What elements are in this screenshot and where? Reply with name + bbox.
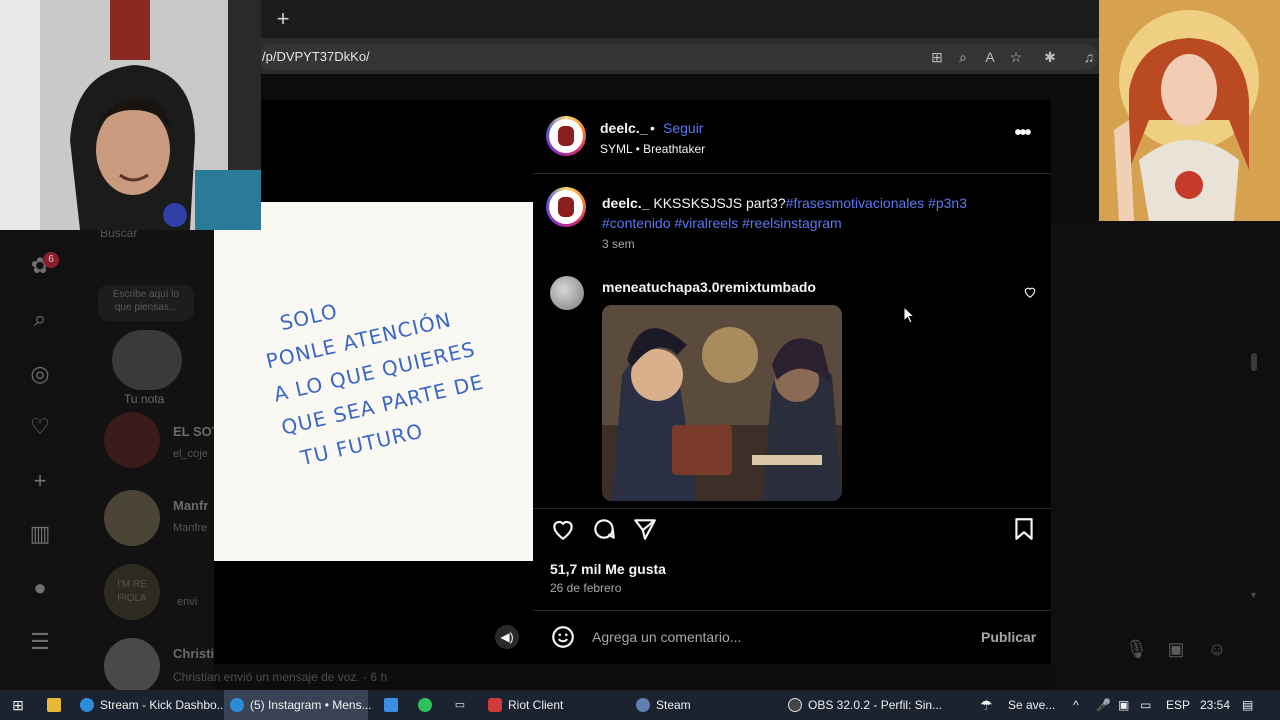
conversation-name[interactable]: EL SOT: [173, 424, 220, 439]
taskbar-item-obs[interactable]: OBS 32.0.2 - Perfil: Sin...: [782, 690, 942, 720]
taskbar-item-kick[interactable]: Stream - Kick Dashbo...: [74, 690, 227, 720]
divider: [533, 508, 1051, 509]
read-aloud-icon[interactable]: A: [981, 48, 999, 66]
emoji-icon[interactable]: [550, 624, 576, 650]
tray-mic-icon[interactable]: 🎤: [1096, 690, 1111, 720]
tray-security-icon[interactable]: ▣: [1118, 690, 1132, 720]
mouse-cursor-icon: [903, 305, 916, 324]
conversation-preview: envi: [177, 596, 198, 608]
taskbar-label: Riot Client: [508, 698, 564, 712]
comment-gif[interactable]: [602, 305, 842, 501]
author-avatar[interactable]: [546, 116, 586, 156]
conversation-name[interactable]: Manfr: [173, 498, 208, 513]
comment-input[interactable]: Agrega un comentario...: [592, 629, 741, 645]
conversation-avatar[interactable]: [104, 638, 160, 694]
mail-icon[interactable]: [382, 690, 400, 720]
post-caption: deelc._ KKSSKSJSJS part3?#frasesmotivaci…: [602, 193, 1002, 233]
audio-track[interactable]: SYML • Breathtaker: [600, 142, 705, 156]
post-date: 26 de febrero: [550, 581, 622, 595]
more-options-icon[interactable]: •••: [1010, 123, 1034, 146]
webcam-overlay: [0, 0, 261, 230]
steam-icon: [636, 698, 650, 712]
instagram-sidebar: [0, 230, 80, 690]
notifications-heart-icon[interactable]: ♡: [26, 413, 54, 441]
taskbar-label: (5) Instagram • Mens...: [250, 698, 372, 712]
taskbar-item-riot[interactable]: Riot Client: [482, 690, 622, 720]
conversation-preview: Manfre: [173, 522, 208, 534]
conversation-avatar[interactable]: I'M RE PIOLA: [104, 564, 160, 620]
weather-icon: ☂: [980, 697, 993, 713]
tray-network-icon[interactable]: ▭: [1140, 690, 1156, 720]
comment-icon[interactable]: [591, 516, 617, 542]
notification-badge: 6: [43, 252, 59, 268]
conversation-preview: el_coje: [173, 448, 208, 460]
comment-author[interactable]: meneatuchapa3.0remixtumbado: [602, 279, 816, 295]
new-tab-icon[interactable]: +: [272, 8, 294, 30]
commenter-avatar[interactable]: [550, 276, 584, 310]
my-avatar[interactable]: [112, 330, 182, 390]
like-heart-icon[interactable]: [550, 516, 576, 542]
windows-start-icon[interactable]: ⊞: [8, 690, 28, 720]
obs-icon: [788, 698, 802, 712]
url-text[interactable]: /p/DVPYT37DkKo/: [262, 49, 370, 64]
caption-timestamp: 3 sem: [602, 237, 635, 251]
clock[interactable]: 23:54: [1200, 690, 1230, 720]
media-icon[interactable]: ♫: [1080, 48, 1098, 66]
separator-dot: •: [650, 120, 655, 136]
microphone-icon[interactable]: 🎙: [1125, 638, 1148, 660]
menu-icon[interactable]: ☰: [26, 628, 54, 656]
follow-button[interactable]: Seguir: [663, 120, 703, 136]
image-overlay: [1099, 0, 1280, 221]
zoom-icon[interactable]: ⌕: [954, 48, 972, 66]
dashboard-icon[interactable]: ▥: [26, 520, 54, 548]
profile-icon[interactable]: ●: [26, 574, 54, 602]
chat-area: [1051, 221, 1280, 690]
divider: [533, 173, 1051, 174]
address-bar[interactable]: [258, 44, 1098, 70]
sticker-icon[interactable]: ☺: [1206, 638, 1228, 660]
app-available-icon[interactable]: ⊞: [928, 48, 946, 66]
divider: [533, 610, 1051, 611]
taskbar-item-instagram[interactable]: (5) Instagram • Mens...: [224, 690, 372, 720]
edge-icon: [230, 698, 244, 712]
tray-chevron-icon[interactable]: ^: [1073, 690, 1087, 720]
comment-like-heart-icon[interactable]: [1022, 285, 1038, 301]
likes-count[interactable]: 51,7 mil Me gusta: [550, 561, 666, 577]
image-icon[interactable]: ▣: [1165, 638, 1187, 660]
share-send-icon[interactable]: [632, 516, 658, 542]
taskbar-label: OBS 32.0.2 - Perfil: Sin...: [808, 698, 943, 712]
conversation-name[interactable]: Christi: [173, 646, 214, 661]
save-bookmark-icon[interactable]: [1011, 516, 1037, 542]
taskbar-label: Steam: [656, 698, 691, 712]
scrollbar-thumb[interactable]: [1251, 353, 1257, 371]
conversation-preview: Christian envió un mensaje de voz. · 6 h: [173, 670, 388, 684]
spotify-icon[interactable]: [416, 690, 434, 720]
extensions-icon[interactable]: ✱: [1041, 48, 1059, 66]
file-explorer-icon[interactable]: [44, 690, 64, 720]
caption-author-avatar[interactable]: [546, 187, 586, 227]
post-author[interactable]: deelc._: [600, 120, 647, 136]
favorite-star-icon[interactable]: ☆: [1007, 48, 1025, 66]
weather-text[interactable]: Se ave...: [1008, 690, 1060, 720]
taskbar-label: Stream - Kick Dashbo...: [100, 698, 227, 712]
volume-icon[interactable]: ◀): [495, 625, 519, 649]
note-bubble[interactable]: Escribe aquí lo que piensas...: [98, 285, 194, 321]
taskbar-item-steam[interactable]: Steam: [630, 690, 770, 720]
caption-text: KKSSKSJSJS part3?: [653, 195, 786, 211]
publish-button[interactable]: Publicar: [981, 629, 1036, 645]
note-label: Tu nota: [124, 392, 165, 406]
caption-author[interactable]: deelc._: [602, 195, 649, 211]
notifications-icon[interactable]: ▤: [1242, 690, 1258, 720]
edge-icon: [80, 698, 94, 712]
scroll-down-icon[interactable]: ▼: [1249, 590, 1258, 600]
conversation-avatar[interactable]: [104, 412, 160, 468]
riot-icon: [488, 698, 502, 712]
explore-icon[interactable]: ◎: [26, 360, 54, 388]
search-icon[interactable]: ⌕: [26, 305, 54, 333]
terminal-icon[interactable]: ▭: [450, 690, 470, 720]
conversation-avatar[interactable]: [104, 490, 160, 546]
create-plus-icon[interactable]: +: [26, 467, 54, 495]
language-indicator[interactable]: ESP: [1166, 690, 1192, 720]
